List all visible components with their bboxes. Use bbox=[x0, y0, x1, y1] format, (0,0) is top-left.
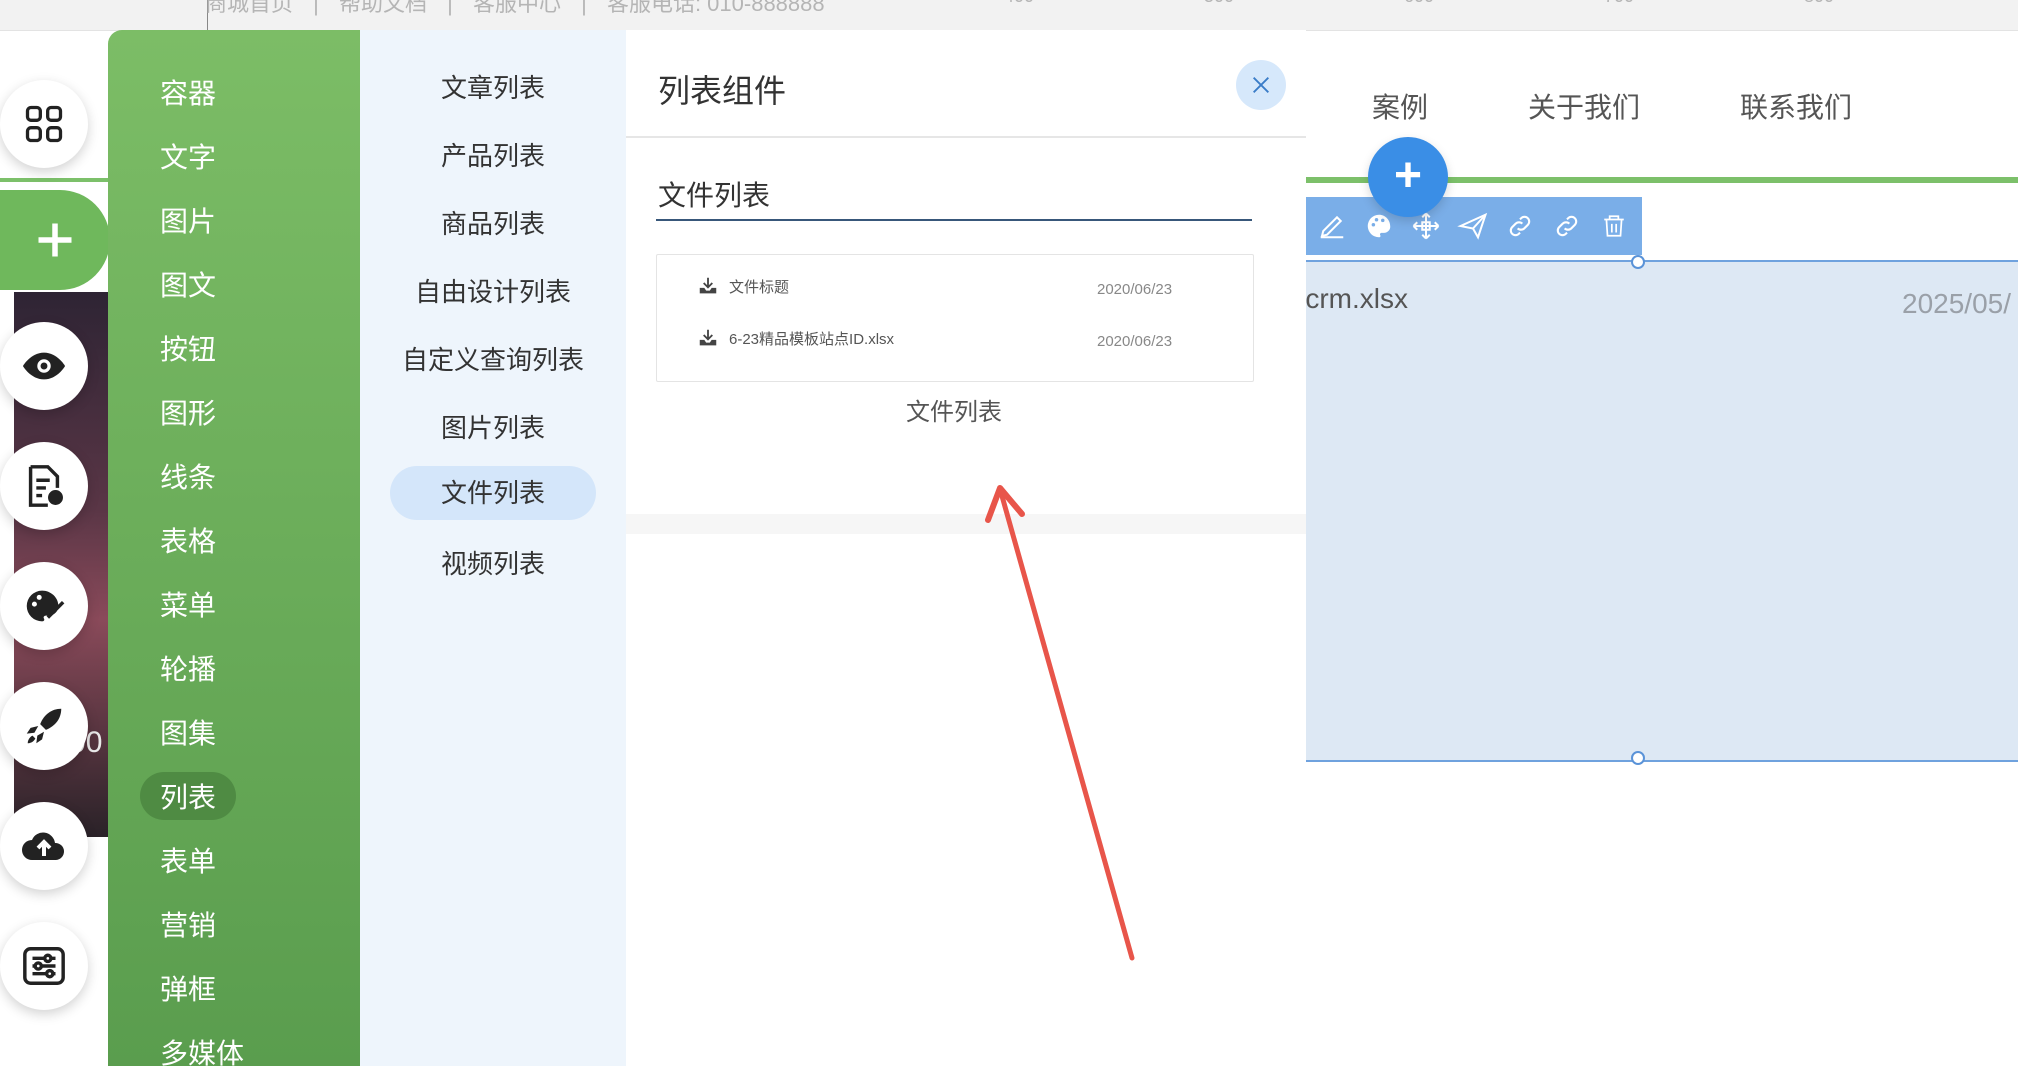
category-item-active[interactable]: 列表 bbox=[140, 772, 237, 820]
detail-divider bbox=[626, 136, 1306, 138]
preview-file-name: 文件标题 bbox=[729, 278, 790, 296]
dock-preview-button[interactable] bbox=[0, 322, 88, 410]
header-link-mall[interactable]: 商城首页 bbox=[205, 0, 293, 16]
header-links: 商城首页 | 帮助文档 | 客服中心 | 客服电话: 010-888888 bbox=[205, 0, 839, 18]
category-item[interactable]: 容器 bbox=[160, 72, 216, 112]
rocket-icon bbox=[26, 708, 62, 744]
dock-upload-button[interactable] bbox=[0, 802, 88, 890]
preview-file-row: 6-23精品模板站点ID.xlsx bbox=[697, 327, 894, 349]
header-phone: 客服电话: 010-888888 bbox=[606, 0, 825, 16]
grid-apps-icon bbox=[25, 105, 63, 143]
download-tray-icon bbox=[699, 277, 717, 294]
preview-file-date: 2020/06/23 bbox=[1097, 281, 1173, 298]
header-separator: | bbox=[313, 0, 319, 16]
category-item[interactable]: 轮播 bbox=[160, 648, 216, 688]
category-item[interactable]: 文字 bbox=[160, 136, 216, 176]
preview-label: 文件列表 bbox=[906, 399, 1002, 426]
sliders-icon bbox=[23, 947, 65, 985]
ruler-tick: 600 bbox=[1404, 0, 1434, 7]
resize-handle-bottom[interactable] bbox=[1631, 751, 1645, 765]
category-item[interactable]: 弹框 bbox=[160, 968, 216, 1008]
header-separator: | bbox=[447, 0, 453, 16]
dock-apps-button[interactable] bbox=[0, 80, 88, 168]
dock-controls-button[interactable] bbox=[0, 922, 88, 1010]
list-type-item[interactable]: 产品列表 bbox=[390, 136, 596, 173]
document-gear-icon bbox=[28, 465, 63, 507]
link-icon[interactable] bbox=[1501, 206, 1540, 246]
category-item[interactable]: 表格 bbox=[160, 520, 216, 560]
close-icon bbox=[1253, 77, 1269, 93]
selected-component-area[interactable] bbox=[1306, 255, 2018, 765]
list-type-item[interactable]: 图片列表 bbox=[390, 408, 596, 445]
category-item[interactable]: 表单 bbox=[160, 840, 216, 880]
ruler-tick: 800 bbox=[1804, 0, 1834, 7]
preview-file-date: 2020/06/23 bbox=[1097, 333, 1173, 350]
category-item[interactable]: 图形 bbox=[160, 392, 216, 432]
site-nav-cases[interactable]: 案例 bbox=[1372, 86, 1428, 126]
list-type-item-active[interactable]: 文件列表 bbox=[390, 466, 596, 520]
site-nav-about[interactable]: 关于我们 bbox=[1528, 86, 1640, 126]
header-separator: | bbox=[581, 0, 587, 16]
dock-theme-button[interactable] bbox=[0, 562, 88, 650]
close-button[interactable] bbox=[1236, 60, 1286, 110]
dock-add-button[interactable] bbox=[0, 190, 110, 290]
list-type-item[interactable]: 视频列表 bbox=[390, 544, 596, 581]
list-type-item[interactable]: 自由设计列表 bbox=[390, 272, 596, 309]
category-item[interactable]: 多媒体 bbox=[160, 1032, 244, 1072]
dock-divider-line bbox=[0, 178, 110, 182]
category-item[interactable]: 按钮 bbox=[160, 328, 216, 368]
category-item[interactable]: 线条 bbox=[160, 456, 216, 496]
eye-icon bbox=[22, 352, 66, 380]
category-item[interactable]: 图集 bbox=[160, 712, 216, 752]
header-link-service[interactable]: 客服中心 bbox=[473, 0, 561, 16]
list-type-item[interactable]: 自定义查询列表 bbox=[390, 340, 596, 377]
list-type-item[interactable]: 文章列表 bbox=[390, 68, 596, 105]
file-list-preview-card[interactable]: 文件标题 2020/06/23 6-23精品模板站点ID.xlsx 2020/0… bbox=[656, 254, 1254, 382]
ruler-tick: 700 bbox=[1604, 0, 1634, 7]
component-category-panel: 容器 文字 图片 图文 按钮 图形 线条 表格 菜单 轮播 图集 列表 表单 营… bbox=[108, 30, 360, 1069]
cloud-upload-icon bbox=[22, 832, 65, 860]
category-item[interactable]: 菜单 bbox=[160, 584, 216, 624]
ruler-tick: 500 bbox=[1204, 0, 1234, 7]
add-component-button[interactable]: + bbox=[1368, 137, 1448, 217]
dock-page-settings-button[interactable] bbox=[0, 442, 88, 530]
list-type-panel: 文章列表 产品列表 商品列表 自由设计列表 自定义查询列表 图片列表 文件列表 … bbox=[360, 30, 626, 1066]
delete-trash-icon[interactable] bbox=[1595, 206, 1634, 246]
detail-title: 列表组件 bbox=[658, 73, 787, 109]
section-title: 文件列表 bbox=[658, 180, 771, 211]
dock-publish-button[interactable] bbox=[0, 682, 88, 770]
preview-file-row: 文件标题 bbox=[697, 275, 789, 297]
download-tray-icon bbox=[699, 329, 717, 346]
top-ruler: 商城首页 | 帮助文档 | 客服中心 | 客服电话: 010-888888 40… bbox=[0, 0, 2018, 31]
category-item[interactable]: 营销 bbox=[160, 904, 216, 944]
site-nav-contact[interactable]: 联系我们 bbox=[1740, 86, 1852, 126]
category-item[interactable]: 图文 bbox=[160, 264, 216, 304]
canvas-file-name: -crm.xlsx bbox=[1296, 283, 1408, 314]
edit-pencil-icon[interactable] bbox=[1312, 206, 1351, 246]
plus-icon bbox=[38, 223, 72, 257]
ruler-tick: 400 bbox=[1004, 0, 1034, 7]
section-underline bbox=[656, 219, 1252, 221]
preview-file-name: 6-23精品模板站点ID.xlsx bbox=[729, 330, 895, 348]
resize-handle-top[interactable] bbox=[1631, 255, 1645, 269]
annotation-arrow bbox=[985, 485, 1135, 961]
palette-brush-icon bbox=[26, 590, 65, 622]
component-toolbar bbox=[1306, 197, 1642, 255]
detail-separator-band bbox=[626, 514, 1306, 534]
send-plane-icon[interactable] bbox=[1453, 206, 1492, 246]
list-type-item[interactable]: 商品列表 bbox=[390, 204, 596, 241]
unlink-icon[interactable] bbox=[1548, 206, 1587, 246]
header-link-help[interactable]: 帮助文档 bbox=[339, 0, 427, 16]
canvas-file-date: 2025/05/ bbox=[1902, 288, 2011, 319]
component-detail-panel: 列表组件 文件列表 文件标题 2020/06/23 6-23精品模板站点ID.x… bbox=[626, 30, 1306, 1066]
category-item[interactable]: 图片 bbox=[160, 200, 216, 240]
